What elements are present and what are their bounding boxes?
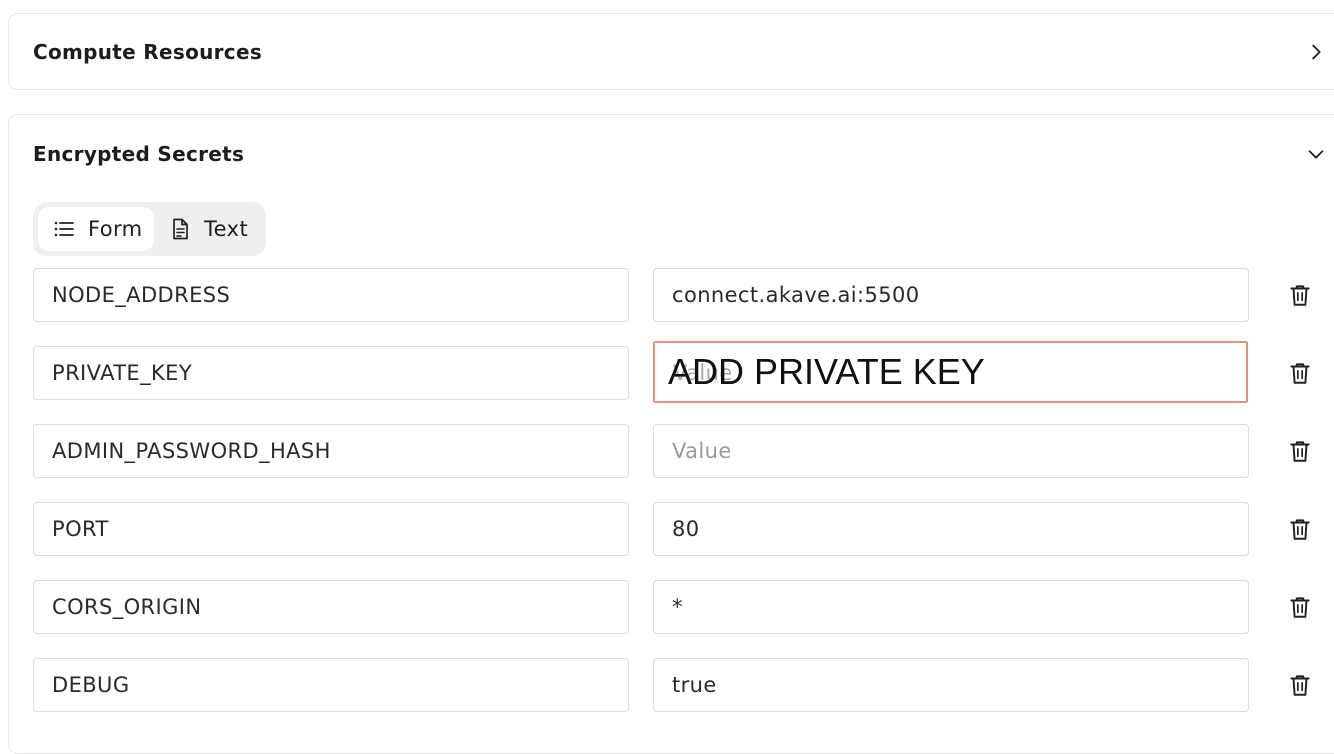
document-icon [173,218,188,240]
chevron-down-icon[interactable] [1305,143,1327,165]
list-icon [54,221,74,237]
secret-value-input[interactable]: 80 [653,502,1249,556]
secret-row: ADMIN_PASSWORD_HASH Value [0,424,1334,480]
chevron-right-icon[interactable] [1305,41,1327,63]
text-view-label: Text [204,217,249,241]
secret-row: CORS_ORIGIN * [0,580,1334,636]
secret-key-input[interactable]: PRIVATE_KEY [33,346,629,400]
secret-key-input[interactable]: NODE_ADDRESS [33,268,629,322]
trash-icon[interactable] [1287,282,1313,308]
text-view-tab[interactable]: Text [158,207,262,251]
view-mode-toggle: Form Text [33,202,266,256]
secret-key-input[interactable]: ADMIN_PASSWORD_HASH [33,424,629,478]
secret-row: PORT 80 [0,502,1334,558]
add-private-key-annotation: ADD PRIVATE KEY [668,351,985,392]
private-key-value-input[interactable]: Value ADD PRIVATE KEY [653,341,1248,403]
secret-value-input[interactable]: true [653,658,1249,712]
secret-key-input[interactable]: CORS_ORIGIN [33,580,629,634]
trash-icon[interactable] [1287,360,1313,386]
secret-value-input[interactable]: * [653,580,1249,634]
compute-resources-title: Compute Resources [33,40,263,64]
secret-row: DEBUG true [0,658,1334,714]
secret-row: NODE_ADDRESS connect.akave.ai:5500 [0,268,1334,324]
trash-icon[interactable] [1287,516,1313,542]
form-view-label: Form [88,217,143,241]
secret-key-input[interactable]: DEBUG [33,658,629,712]
trash-icon[interactable] [1287,438,1313,464]
secret-key-input[interactable]: PORT [33,502,629,556]
trash-icon[interactable] [1287,672,1313,698]
secret-row: PRIVATE_KEY Value ADD PRIVATE KEY [0,341,1334,403]
secret-value-input[interactable]: connect.akave.ai:5500 [653,268,1249,322]
value-placeholder: Value [672,439,732,463]
trash-icon[interactable] [1287,594,1313,620]
secret-value-input[interactable]: Value [653,424,1249,478]
encrypted-secrets-title: Encrypted Secrets [33,142,245,166]
form-view-tab[interactable]: Form [38,207,154,251]
compute-resources-panel[interactable]: Compute Resources [8,13,1334,90]
